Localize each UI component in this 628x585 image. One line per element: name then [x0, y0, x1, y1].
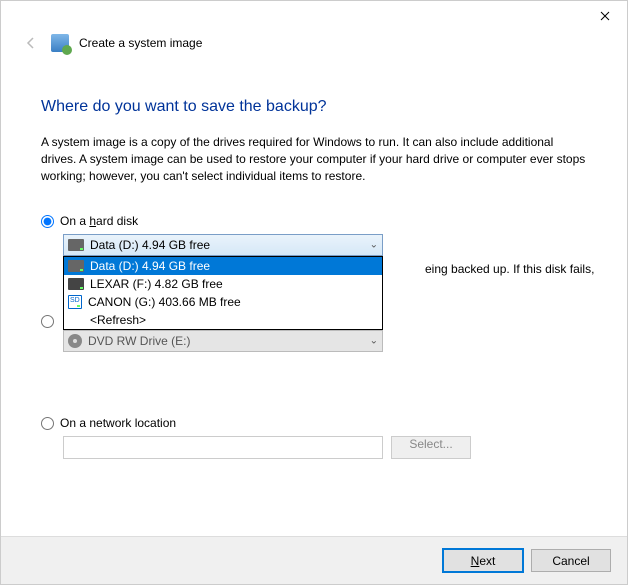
hdd-icon — [68, 239, 84, 251]
hard-disk-combo[interactable]: Data (D:) 4.94 GB free ⌄ — [63, 234, 383, 256]
page-description: A system image is a copy of the drives r… — [41, 134, 587, 184]
hard-disk-radio[interactable] — [41, 215, 54, 228]
hard-disk-combo-value: Data (D:) 4.94 GB free — [90, 238, 210, 252]
back-button[interactable] — [21, 33, 41, 53]
dvd-combo[interactable]: DVD RW Drive (E:) ⌄ — [63, 330, 383, 352]
option-network[interactable]: On a network location — [41, 416, 587, 430]
dropdown-option[interactable]: CANON (G:) 403.66 MB free — [64, 293, 382, 311]
dvd-combo-value: DVD RW Drive (E:) — [88, 334, 190, 348]
page-heading: Where do you want to save the backup? — [41, 98, 587, 116]
close-button[interactable] — [582, 1, 627, 31]
dropdown-option[interactable]: Data (D:) 4.94 GB free — [64, 257, 382, 275]
dvd-radio[interactable] — [41, 315, 54, 328]
network-radio[interactable] — [41, 417, 54, 430]
warning-text-tail: eing backed up. If this disk fails, — [425, 262, 594, 276]
network-label: On a network location — [60, 416, 176, 430]
chevron-down-icon: ⌄ — [370, 240, 378, 251]
dropdown-option[interactable]: LEXAR (F:) 4.82 GB free — [64, 275, 382, 293]
usb-drive-icon — [68, 278, 84, 290]
next-button[interactable]: Next — [443, 549, 523, 572]
wizard-title: Create a system image — [79, 36, 202, 50]
hard-disk-label: On a hard disk — [60, 214, 138, 228]
cancel-button[interactable]: Cancel — [531, 549, 611, 572]
hard-disk-dropdown[interactable]: Data (D:) 4.94 GB free LEXAR (F:) 4.82 G… — [63, 256, 383, 330]
option-hard-disk[interactable]: On a hard disk — [41, 214, 587, 228]
sd-card-icon — [68, 295, 82, 309]
dvd-drive-icon — [68, 334, 82, 348]
select-button: Select... — [391, 436, 471, 459]
hdd-icon — [68, 260, 84, 272]
dropdown-option-refresh[interactable]: <Refresh> — [64, 311, 382, 329]
network-path-input[interactable] — [63, 436, 383, 459]
chevron-down-icon: ⌄ — [370, 336, 378, 347]
system-image-icon — [51, 34, 69, 52]
